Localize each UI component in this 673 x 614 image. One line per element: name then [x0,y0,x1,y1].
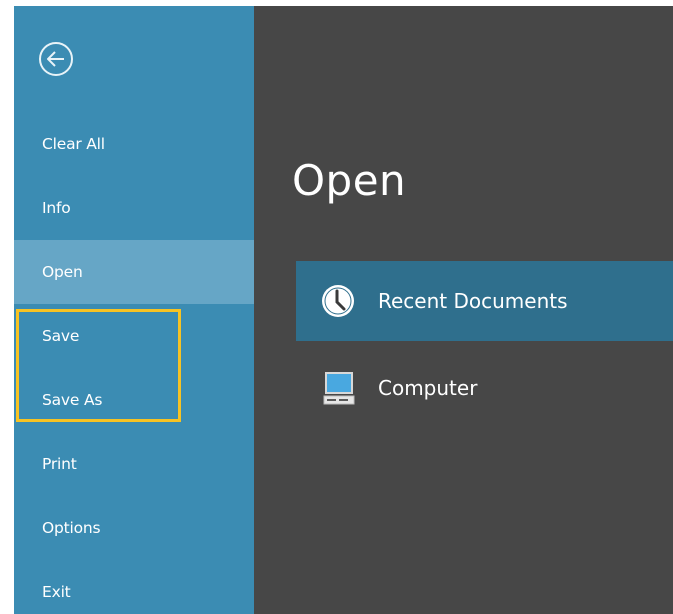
location-label: Computer [378,376,478,400]
sidebar-item-label: Exit [42,583,71,601]
location-computer[interactable]: Computer [296,348,673,428]
location-recent-documents[interactable]: Recent Documents [296,261,673,341]
clock-icon [320,283,356,319]
sidebar-item-label: Options [42,519,101,537]
sidebar-item-print[interactable]: Print [14,432,254,496]
sidebar-item-options[interactable]: Options [14,496,254,560]
sidebar-item-info[interactable]: Info [14,176,254,240]
computer-icon [320,370,356,406]
file-backstage: Clear All Info Open Save Save As Print O… [14,6,673,614]
back-arrow-icon [47,51,64,67]
sidebar-item-clear-all[interactable]: Clear All [14,112,254,176]
sidebar-item-label: Save [42,327,80,345]
backstage-main: Open Recent Documents Computer [254,6,673,614]
sidebar-item-label: Print [42,455,77,473]
location-label: Recent Documents [378,289,568,313]
sidebar-item-label: Open [42,263,83,281]
sidebar-item-label: Info [42,199,71,217]
page-title: Open [292,156,407,205]
sidebar-item-save[interactable]: Save [14,304,254,368]
backstage-sidebar: Clear All Info Open Save Save As Print O… [14,6,254,614]
back-button[interactable] [39,42,73,76]
sidebar-item-save-as[interactable]: Save As [14,368,254,432]
sidebar-item-label: Clear All [42,135,105,153]
sidebar-item-exit[interactable]: Exit [14,560,254,614]
sidebar-item-label: Save As [42,391,103,409]
sidebar-item-open[interactable]: Open [14,240,254,304]
